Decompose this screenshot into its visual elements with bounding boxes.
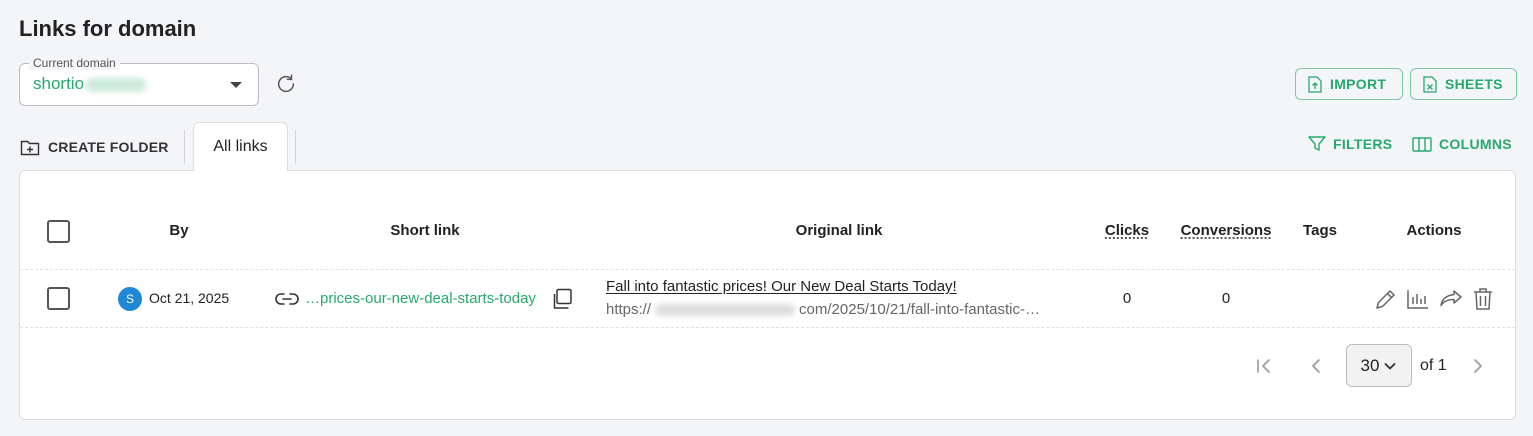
current-domain-label: Current domain — [29, 56, 120, 70]
refresh-icon[interactable] — [275, 73, 297, 95]
chevron-down-icon — [1385, 362, 1396, 369]
columns-icon — [1412, 136, 1432, 152]
column-header-original-link: Original link — [795, 222, 883, 239]
original-link-url[interactable]: https://com/2025/10/21/fall-into-fantast… — [606, 301, 1040, 318]
copy-icon[interactable] — [551, 288, 573, 310]
columns-button[interactable]: COLUMNS — [1412, 136, 1512, 152]
share-icon[interactable] — [1438, 287, 1464, 311]
original-link-title[interactable]: Fall into fantastic prices! Our New Deal… — [606, 278, 957, 295]
first-page-icon[interactable] — [1254, 356, 1274, 376]
links-table: By Short link Original link Clicks Conve… — [19, 170, 1516, 420]
excel-file-icon — [1423, 75, 1437, 93]
select-all-checkbox[interactable] — [47, 220, 70, 243]
short-link[interactable]: …prices-our-new-deal-starts-today — [305, 290, 536, 307]
toolbar-divider — [184, 130, 185, 164]
column-header-tags: Tags — [1303, 222, 1337, 239]
column-header-actions: Actions — [1406, 222, 1462, 239]
column-header-clicks[interactable]: Clicks — [1105, 222, 1149, 239]
trash-icon[interactable] — [1472, 287, 1494, 311]
page-title: Links for domain — [19, 16, 197, 41]
sheets-button[interactable]: SHEETS — [1410, 68, 1517, 100]
column-header-conversions[interactable]: Conversions — [1181, 222, 1272, 239]
created-date: Oct 21, 2025 — [149, 290, 230, 306]
clicks-count: 0 — [1122, 290, 1132, 307]
edit-icon[interactable] — [1374, 287, 1398, 311]
import-button[interactable]: IMPORT — [1295, 68, 1403, 100]
upload-file-icon — [1308, 75, 1322, 93]
create-folder-label: CREATE FOLDER — [48, 139, 169, 155]
link-icon — [275, 293, 299, 305]
rows-per-page-value: 30 — [1360, 355, 1380, 375]
rows-per-page-select[interactable]: 30 — [1346, 344, 1412, 387]
row-divider — [20, 327, 1515, 328]
folder-plus-icon — [20, 140, 40, 155]
row-divider — [20, 269, 1515, 270]
filters-label: FILTERS — [1333, 136, 1393, 152]
next-page-icon[interactable] — [1468, 356, 1488, 376]
prev-page-icon[interactable] — [1306, 356, 1326, 376]
page-count: of 1 — [1420, 357, 1447, 374]
toolbar-divider — [295, 130, 296, 164]
column-header-short-link: Short link — [390, 222, 460, 239]
sheets-label: SHEETS — [1445, 76, 1503, 92]
current-domain-value: shortio — [33, 74, 147, 94]
import-label: IMPORT — [1330, 76, 1387, 92]
blurred-url-text — [655, 304, 796, 317]
stats-icon[interactable] — [1406, 287, 1430, 311]
column-header-by: By — [169, 222, 189, 239]
dropdown-arrow-icon — [230, 82, 242, 88]
filter-icon — [1308, 136, 1326, 151]
tab-all-links[interactable]: All links — [193, 122, 288, 171]
avatar: S — [118, 287, 142, 311]
current-domain-select[interactable]: Current domain shortio — [19, 56, 259, 106]
conversions-count: 0 — [1221, 290, 1231, 307]
blurred-domain-text — [86, 77, 147, 92]
filters-button[interactable]: FILTERS — [1308, 136, 1392, 152]
create-folder-button[interactable]: CREATE FOLDER — [20, 136, 169, 158]
columns-label: COLUMNS — [1439, 136, 1512, 152]
row-checkbox[interactable] — [47, 287, 70, 310]
